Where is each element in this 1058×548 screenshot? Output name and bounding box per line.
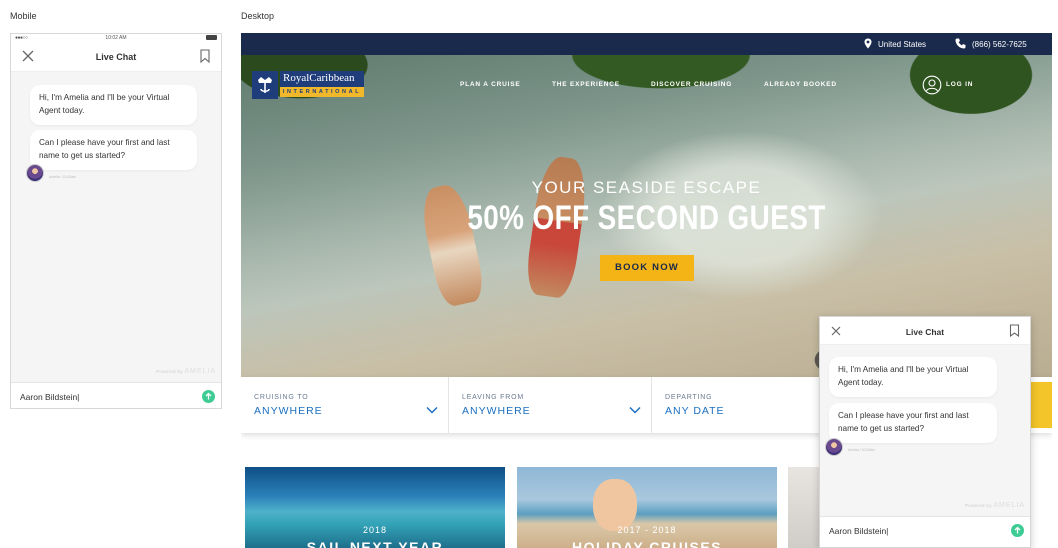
promo-card-image-child xyxy=(593,479,637,531)
search-field-departure-port[interactable]: LEAVING FROM ANYWHERE xyxy=(449,377,652,433)
bookmark-icon[interactable] xyxy=(1009,324,1020,337)
status-bar: ●●●○○ 10:02 AM xyxy=(11,34,221,42)
promo-card-year: 2017 - 2018 xyxy=(617,525,677,535)
location-pin-icon xyxy=(864,38,872,49)
search-field-label: CRUISING TO xyxy=(254,394,309,401)
brand-logo[interactable]: RoyalCaribbean INTERNATIONAL xyxy=(252,71,364,99)
promo-card-year: 2018 xyxy=(362,525,388,535)
search-field-label: DEPARTING xyxy=(665,394,713,401)
chevron-down-icon[interactable] xyxy=(629,406,641,414)
battery-icon xyxy=(206,35,217,40)
bookmark-icon[interactable] xyxy=(199,49,211,63)
nav-already-booked[interactable]: ALREADY BOOKED xyxy=(764,81,837,88)
powered-by-brand: AMELIA xyxy=(184,368,216,375)
chat-message: Can I please have your first and last na… xyxy=(30,130,197,170)
chat-input-value[interactable]: Aaron Bildstein| xyxy=(829,526,888,536)
search-field-value[interactable]: ANY DATE xyxy=(665,405,725,417)
chat-header: Live Chat xyxy=(820,317,1030,345)
search-field-value[interactable]: ANYWHERE xyxy=(462,405,531,417)
avatar xyxy=(26,164,44,182)
promo-card[interactable]: 2017 - 2018 HOLIDAY CRUISES xyxy=(517,467,777,548)
mobile-section-label: Mobile xyxy=(10,11,37,21)
avatar xyxy=(825,438,843,456)
desktop-page: United States (866) 562-7625 RoyalCaribb… xyxy=(241,33,1052,548)
powered-by: Powered by AMELIA xyxy=(965,502,1025,509)
chat-input[interactable]: Aaron Bildstein| xyxy=(11,382,221,408)
powered-by-brand: AMELIA xyxy=(993,502,1025,509)
promo-card-title: HOLIDAY CRUISES xyxy=(571,539,723,548)
promo-card[interactable]: 2018 SAIL NEXT YEAR xyxy=(245,467,505,548)
chat-input-value[interactable]: Aaron Bildstein| xyxy=(20,392,79,402)
search-field-value[interactable]: ANYWHERE xyxy=(254,405,323,417)
user-circle-icon[interactable] xyxy=(922,75,942,95)
nav-discover-cruising[interactable]: DISCOVER CRUISING xyxy=(651,81,732,88)
crown-anchor-icon xyxy=(252,71,278,99)
powered-by-prefix: Powered by xyxy=(964,503,992,508)
send-button[interactable] xyxy=(202,390,215,403)
chat-title: Live Chat xyxy=(905,327,945,337)
book-now-button[interactable]: BOOK NOW xyxy=(600,255,694,281)
mobile-phone-frame: ●●●○○ 10:02 AM Live Chat Hi, I'm Amelia … xyxy=(10,33,222,409)
desktop-section-label: Desktop xyxy=(241,11,275,21)
phone-icon xyxy=(955,38,966,49)
chat-message: Hi, I'm Amelia and I'll be your Virtual … xyxy=(829,357,997,397)
chat-title: Live Chat xyxy=(95,52,137,62)
nav-plan-a-cruise[interactable]: PLAN A CRUISE xyxy=(460,81,520,88)
message-meta: Amelia / 10:02am xyxy=(848,448,876,452)
hero-headline: 50% OFF SECOND GUEST xyxy=(467,199,826,237)
powered-by-prefix: Powered by xyxy=(155,369,183,374)
country-selector[interactable]: United States xyxy=(878,40,926,49)
chat-message: Hi, I'm Amelia and I'll be your Virtual … xyxy=(30,85,197,125)
phone-number[interactable]: (866) 562-7625 xyxy=(972,40,1027,49)
brand-name: RoyalCaribbean xyxy=(280,71,364,87)
brand-subname: INTERNATIONAL xyxy=(280,87,364,97)
chat-header: Live Chat xyxy=(11,42,221,72)
search-field-destination[interactable]: CRUISING TO ANYWHERE xyxy=(241,377,449,433)
status-time: 10:02 AM xyxy=(105,35,127,41)
hero-subtitle: YOUR SEASIDE ESCAPE xyxy=(531,178,762,197)
message-meta: Amelia / 10:02am xyxy=(49,175,77,179)
chat-message: Can I please have your first and last na… xyxy=(829,403,997,443)
chevron-down-icon[interactable] xyxy=(426,406,438,414)
login-link[interactable]: LOG IN xyxy=(946,81,973,88)
live-chat-widget: Live Chat Hi, I'm Amelia and I'll be you… xyxy=(819,316,1031,548)
powered-by: Powered by AMELIA xyxy=(156,368,216,375)
top-utility-bar: United States (866) 562-7625 xyxy=(241,33,1052,55)
search-field-label: LEAVING FROM xyxy=(462,394,524,401)
send-icon xyxy=(1014,526,1021,534)
nav-the-experience[interactable]: THE EXPERIENCE xyxy=(552,81,620,88)
promo-card-title: SAIL NEXT YEAR xyxy=(306,539,444,548)
chat-input[interactable]: Aaron Bildstein| xyxy=(820,516,1030,547)
send-icon xyxy=(205,392,212,400)
send-button[interactable] xyxy=(1011,524,1024,537)
